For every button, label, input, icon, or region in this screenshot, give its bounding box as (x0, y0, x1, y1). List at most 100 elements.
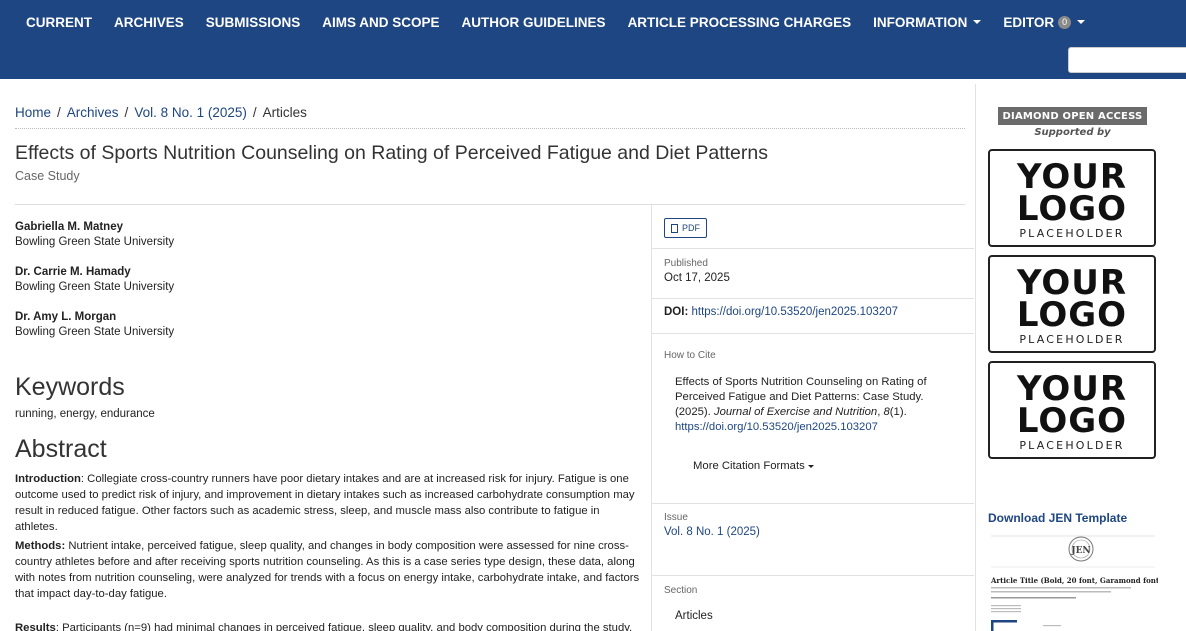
nav-editor-label: EDITOR (1003, 14, 1055, 30)
abstract-intro-text: : Collegiate cross-country runners have … (15, 473, 635, 533)
nav-archives[interactable]: ARCHIVES (114, 15, 184, 30)
primary-nav: CURRENT ARCHIVES SUBMISSIONS AIMS AND SC… (15, 0, 1107, 44)
author-name: Dr. Amy L. Morgan (15, 311, 117, 323)
abstract-results-text: : Participants (n=9) had minimal changes… (55, 622, 633, 631)
nav-aims-scope-label: AIMS AND SCOPE (322, 14, 440, 30)
divider (652, 333, 974, 334)
breadcrumb-home[interactable]: Home (15, 105, 51, 120)
section-label: Section (664, 585, 698, 596)
page-title: Effects of Sports Nutrition Counseling o… (15, 142, 768, 164)
column-divider (651, 205, 652, 631)
logo-placeholder-text: PLACEHOLDER (1019, 227, 1125, 240)
nav-current[interactable]: CURRENT (26, 15, 92, 30)
nav-information[interactable]: INFORMATION (873, 14, 982, 30)
divider (652, 503, 974, 504)
nav-apc-label: ARTICLE PROCESSING CHARGES (627, 14, 852, 30)
keywords-heading: Keywords (15, 373, 125, 401)
more-citation-label: More Citation Formats (693, 460, 805, 472)
page-subtitle: Case Study (15, 169, 80, 183)
section-value: Articles (675, 610, 713, 622)
pdf-label: PDF (682, 223, 700, 233)
divider (652, 575, 974, 576)
logo-placeholder-text: PLACEHOLDER (1019, 439, 1125, 452)
divider (652, 298, 974, 299)
nav-submissions[interactable]: SUBMISSIONS (206, 15, 301, 30)
abstract-results: Results: Participants (n=9) had minimal … (15, 620, 645, 631)
nav-apc[interactable]: ARTICLE PROCESSING CHARGES (628, 15, 852, 30)
doi-row: DOI: https://doi.org/10.53520/jen2025.10… (664, 306, 898, 318)
download-template-link[interactable]: Download JEN Template (988, 511, 1127, 525)
divider (15, 204, 965, 205)
author-affiliation: Bowling Green State University (15, 236, 175, 248)
nav-information-label: INFORMATION (873, 14, 968, 30)
nav-editor[interactable]: EDITOR 0 (1003, 14, 1086, 30)
more-citation-formats-button[interactable]: More Citation Formats (693, 460, 814, 472)
breadcrumb-archives[interactable]: Archives (67, 105, 119, 120)
nav-submissions-label: SUBMISSIONS (205, 14, 301, 30)
editor-badge: 0 (1058, 15, 1072, 29)
breadcrumb: Home / Archives / Vol. 8 No. 1 (2025) / Articl… (15, 105, 307, 120)
sponsor-logo[interactable]: YOUR LOGO PLACEHOLDER (988, 361, 1156, 459)
author-name: Dr. Carrie M. Hamady (15, 266, 131, 278)
nav-current-label: CURRENT (26, 14, 92, 30)
breadcrumb-issue[interactable]: Vol. 8 No. 1 (2025) (134, 105, 247, 120)
author-item: Gabriella M. Matney Bowling Green State … (15, 220, 174, 250)
citation-comma: , (877, 406, 881, 418)
issue-label: Issue (664, 512, 688, 523)
nav-author-guidelines-label: AUTHOR GUIDELINES (461, 14, 606, 30)
citation-text: Effects of Sports Nutrition Counseling o… (675, 375, 960, 435)
abstract-methods: Methods: Nutrient intake, perceived fati… (15, 538, 645, 602)
abstract-methods-text: Nutrient intake, perceived fatigue, slee… (15, 540, 640, 600)
published-label: Published (664, 258, 708, 269)
citation-link[interactable]: https://doi.org/10.53520/jen2025.103207 (675, 421, 878, 433)
author-affiliation: Bowling Green State University (15, 281, 175, 293)
issue-row: Vol. 8 No. 1 (2025) (664, 526, 760, 538)
breadcrumb-current: Articles (262, 105, 307, 120)
pdf-download-button[interactable]: PDF (664, 218, 707, 238)
breadcrumb-separator: / (252, 105, 257, 120)
citation-journal: Journal of Exercise and Nutrition (713, 406, 878, 418)
nav-archives-label: ARCHIVES (114, 14, 184, 30)
template-logo-text: JEN (1070, 546, 1090, 556)
sponsor-logo[interactable]: YOUR LOGO PLACEHOLDER (988, 149, 1156, 247)
published-date: Oct 17, 2025 (664, 272, 730, 284)
divider (15, 128, 965, 129)
abstract-introduction: Introduction: Collegiate cross-country r… (15, 471, 645, 535)
abstract-intro-label: Introduction (15, 473, 81, 485)
breadcrumb-separator: / (124, 105, 129, 120)
supported-by-label: Supported by (1034, 127, 1111, 138)
author-name: Gabriella M. Matney (15, 221, 124, 233)
chevron-down-icon (1077, 20, 1086, 24)
how-to-cite-label: How to Cite (664, 350, 716, 361)
site-header: CURRENT ARCHIVES SUBMISSIONS AIMS AND SC… (0, 0, 1186, 79)
author-item: Dr. Amy L. Morgan Bowling Green State Un… (15, 310, 174, 340)
citation-issue: (1). (889, 406, 907, 418)
keywords-list: running, energy, endurance (15, 408, 155, 420)
logo-placeholder-text: PLACEHOLDER (1019, 333, 1125, 346)
logo-line-2: LOGO (1016, 295, 1128, 335)
nav-aims-scope[interactable]: AIMS AND SCOPE (322, 15, 439, 30)
divider (652, 248, 974, 249)
nav-author-guidelines[interactable]: AUTHOR GUIDELINES (462, 15, 606, 30)
author-affiliation: Bowling Green State University (15, 326, 175, 338)
breadcrumb-separator: / (57, 105, 61, 120)
issue-link[interactable]: Vol. 8 No. 1 (2025) (664, 526, 760, 538)
logo-line-2: LOGO (1016, 401, 1128, 441)
sponsor-logo[interactable]: YOUR LOGO PLACEHOLDER (988, 255, 1156, 353)
abstract-results-label: Results (15, 622, 56, 631)
chevron-down-icon (973, 20, 982, 24)
template-thumbnail[interactable]: JEN Article Title (Bold, 20 font, Garamo… (988, 533, 1158, 631)
abstract-methods-label: Methods: (15, 540, 66, 552)
template-title-text: Article Title (Bold, 20 font, Garamond f… (990, 576, 1158, 585)
column-divider (975, 84, 976, 631)
author-item: Dr. Carrie M. Hamady Bowling Green State… (15, 265, 174, 295)
doi-label: DOI: (664, 306, 689, 318)
template-preview-image: JEN Article Title (Bold, 20 font, Garamo… (990, 535, 1158, 631)
chevron-down-icon (807, 464, 814, 468)
search-input[interactable] (1068, 47, 1186, 73)
doi-link[interactable]: https://doi.org/10.53520/jen2025.103207 (691, 306, 898, 318)
diamond-open-access-banner: DIAMOND OPEN ACCESS (998, 107, 1147, 125)
abstract-heading: Abstract (15, 435, 107, 463)
logo-line-2: LOGO (1016, 189, 1128, 229)
file-pdf-icon (671, 223, 678, 233)
